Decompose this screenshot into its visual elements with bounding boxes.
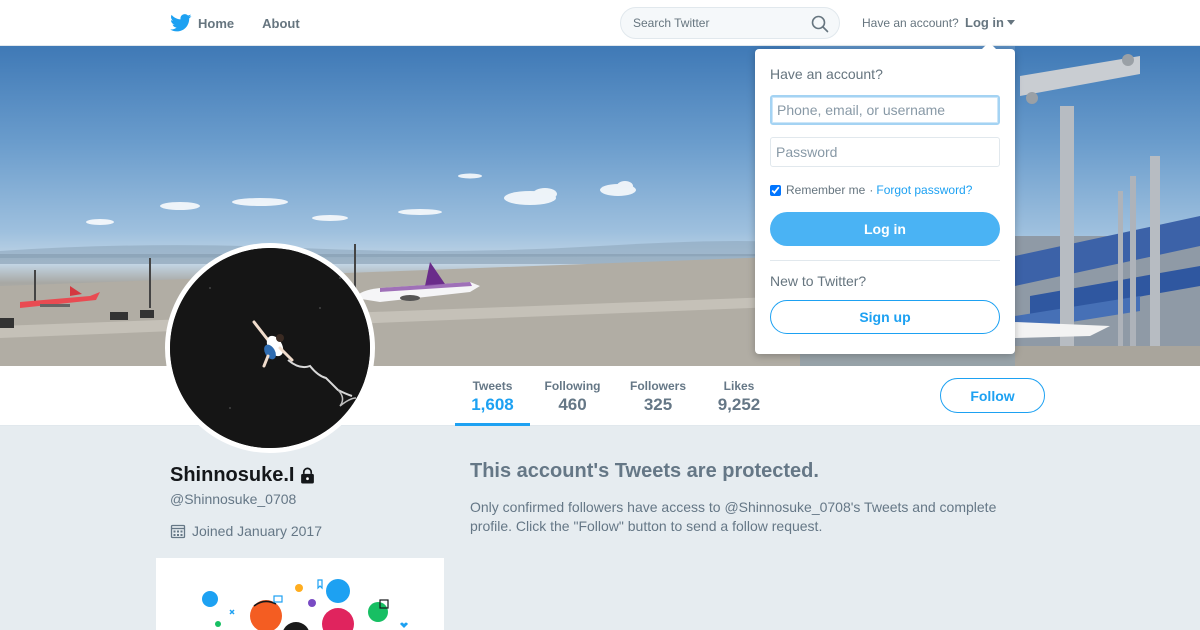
stat-followers-label: Followers	[629, 379, 686, 393]
stat-followers-value: 325	[643, 395, 673, 414]
stat-tweets-value: 1,608	[471, 395, 514, 414]
stat-following-value: 460	[558, 395, 587, 414]
remember-me-checkbox[interactable]	[770, 184, 781, 196]
stat-tweets[interactable]: Tweets 1,608	[455, 366, 530, 426]
search-box	[620, 7, 840, 39]
stat-likes-label: Likes	[723, 379, 755, 393]
separator-dot: ·	[869, 183, 874, 197]
new-to-twitter-text: New to Twitter?	[770, 273, 867, 289]
remember-me-label[interactable]: Remember me	[786, 183, 865, 197]
profile-handle: @Shinnosuke_0708	[170, 491, 297, 507]
stat-following-label: Following	[544, 379, 601, 393]
login-dropdown: Have an account? Remember me · Forgot pa…	[755, 42, 1015, 354]
avatar-image	[170, 248, 370, 448]
stat-followers[interactable]: Followers 325	[625, 366, 691, 426]
protected-title: This account's Tweets are protected.	[470, 460, 819, 482]
signup-button[interactable]: Sign up	[770, 300, 1000, 334]
promo-illustration	[202, 579, 408, 630]
lock-icon	[301, 467, 315, 484]
login-dropdown-heading: Have an account?	[770, 66, 883, 82]
follow-button[interactable]: Follow	[940, 378, 1045, 413]
signup-promo-card	[156, 558, 444, 630]
have-account-text: Have an account?	[862, 16, 959, 30]
stat-tweets-label: Tweets	[472, 379, 513, 393]
login-dropdown-toggle[interactable]: Log in	[965, 15, 1015, 30]
profile-name: Shinnosuke.I	[170, 464, 316, 487]
nav-left: Home About	[170, 0, 328, 46]
profile-name-text: Shinnosuke.I	[170, 464, 295, 486]
avatar[interactable]	[165, 243, 375, 453]
join-date: Joined January 2017	[170, 523, 322, 539]
nav-home-link[interactable]: Home	[198, 16, 234, 31]
calendar-icon	[170, 524, 186, 539]
login-button[interactable]: Log in	[770, 212, 1000, 246]
stat-likes-value: 9,252	[717, 395, 761, 414]
stat-likes[interactable]: Likes 9,252	[710, 366, 768, 426]
twitter-bird-icon[interactable]	[170, 14, 192, 32]
remember-row: Remember me · Forgot password?	[770, 183, 972, 197]
top-navigation-bar: Home About Have an account? Log in	[0, 0, 1200, 46]
protected-description: Only confirmed followers have access to …	[470, 499, 997, 534]
password-field[interactable]	[770, 137, 1000, 167]
forgot-password-link[interactable]: Forgot password?	[876, 183, 972, 197]
stat-following[interactable]: Following 460	[540, 366, 605, 426]
search-input[interactable]	[633, 16, 803, 30]
username-field[interactable]	[770, 95, 1000, 125]
divider	[770, 260, 1000, 261]
search-icon[interactable]	[811, 15, 829, 33]
login-toggle-label: Log in	[965, 15, 1004, 30]
nav-about-link[interactable]: About	[262, 16, 300, 31]
caret-down-icon	[1007, 20, 1015, 25]
join-date-text: Joined January 2017	[192, 523, 322, 539]
